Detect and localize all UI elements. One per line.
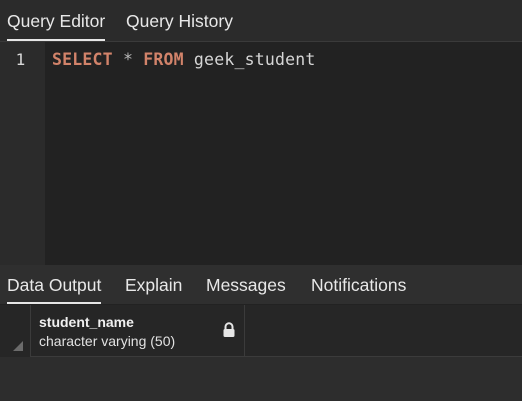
column-type: character varying (50) — [39, 333, 176, 349]
lock-icon — [223, 322, 235, 337]
table-identifier: geek_student — [193, 50, 316, 69]
sql-editor[interactable]: 1 SELECT * FROM geek_student — [0, 42, 522, 265]
line-number: 1 — [15, 50, 26, 69]
tab-notifications[interactable]: Notifications — [311, 265, 406, 304]
code-line[interactable]: SELECT * FROM geek_student — [52, 50, 316, 69]
grid-header: student_name character varying (50) — [0, 305, 522, 357]
line-gutter: 1 — [0, 42, 45, 265]
keyword-from: FROM — [143, 50, 184, 69]
select-all-icon — [13, 341, 23, 351]
output-tab-bar: Data Output Explain Messages Notificatio… — [0, 265, 522, 305]
result-grid: student_name character varying (50) — [0, 305, 522, 401]
tab-explain[interactable]: Explain — [125, 265, 182, 304]
tab-query-history[interactable]: Query History — [126, 0, 233, 41]
query-tab-bar: Query Editor Query History — [0, 0, 522, 42]
column-header-student-name[interactable]: student_name character varying (50) — [31, 305, 245, 357]
tab-query-editor[interactable]: Query Editor — [7, 0, 106, 41]
tab-data-output[interactable]: Data Output — [7, 265, 102, 304]
tab-messages[interactable]: Messages — [206, 265, 286, 304]
grid-corner-cell[interactable] — [0, 305, 31, 357]
keyword-select: SELECT — [52, 50, 113, 69]
operator-star: * — [122, 50, 134, 69]
column-name: student_name — [39, 314, 134, 330]
